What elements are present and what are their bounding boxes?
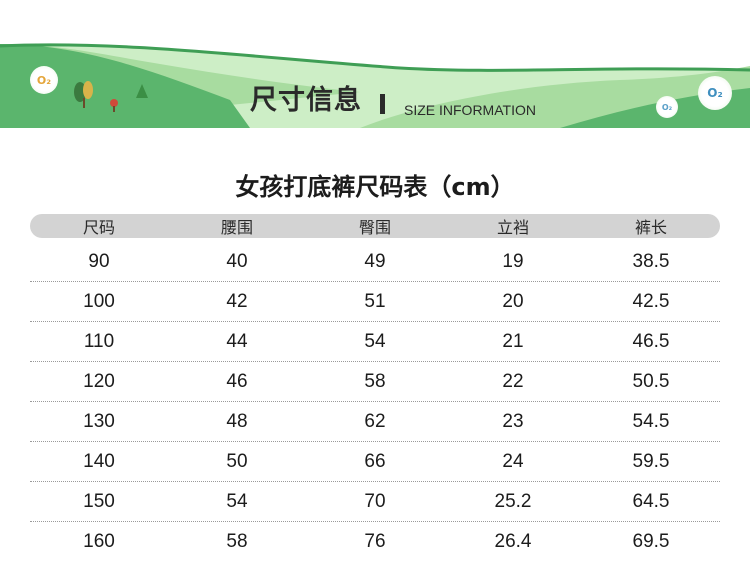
cell-waist: 46 bbox=[226, 370, 248, 392]
cell-length: 69.5 bbox=[632, 531, 670, 552]
cell-size: 110 bbox=[83, 330, 115, 352]
cell-hip: 58 bbox=[364, 370, 386, 392]
cell-size: 140 bbox=[83, 450, 115, 472]
cell-size: 130 bbox=[83, 410, 115, 432]
o2-label: O₂ bbox=[36, 73, 52, 87]
cell-hip: 51 bbox=[364, 290, 386, 312]
header-banner: O₂ O₂ O₂ 尺寸信息 SIZE INFORMATION bbox=[0, 0, 750, 128]
table-row: 160 58 76 26.4 69.5 bbox=[30, 522, 720, 562]
cell-waist: 44 bbox=[226, 330, 248, 352]
cell-hip: 66 bbox=[364, 450, 386, 472]
cell-size: 120 bbox=[83, 370, 115, 392]
cell-rise: 23 bbox=[502, 410, 524, 432]
cell-size: 100 bbox=[83, 290, 115, 312]
cell-size: 90 bbox=[88, 250, 110, 272]
o2-badge-right-small-icon: O₂ bbox=[656, 96, 678, 118]
title-divider bbox=[380, 94, 385, 114]
table-row: 100 42 51 20 42.5 bbox=[30, 282, 720, 322]
hills-illustration bbox=[0, 43, 750, 128]
cell-waist: 48 bbox=[226, 410, 248, 432]
header-size: 尺码 bbox=[82, 220, 115, 237]
table-row: 90 40 49 19 38.5 bbox=[30, 242, 720, 282]
cell-rise: 21 bbox=[502, 330, 524, 352]
cell-hip: 54 bbox=[364, 330, 386, 352]
table-row: 110 44 54 21 46.5 bbox=[30, 322, 720, 362]
cell-rise: 19 bbox=[502, 250, 524, 272]
table-row: 140 50 66 24 59.5 bbox=[30, 442, 720, 482]
cell-length: 64.5 bbox=[632, 490, 670, 512]
cell-hip: 70 bbox=[364, 490, 386, 512]
cell-waist: 50 bbox=[226, 450, 248, 472]
cell-waist: 58 bbox=[226, 531, 248, 552]
cell-length: 42.5 bbox=[632, 290, 670, 312]
header-hip: 臀围 bbox=[358, 220, 391, 237]
cell-length: 38.5 bbox=[632, 250, 670, 272]
table-row: 120 46 58 22 50.5 bbox=[30, 362, 720, 402]
cell-waist: 54 bbox=[226, 490, 248, 512]
table-row: 130 48 62 23 54.5 bbox=[30, 402, 720, 442]
section-title: 尺寸信息 bbox=[250, 85, 362, 116]
cell-length: 59.5 bbox=[632, 450, 670, 472]
cell-length: 46.5 bbox=[632, 330, 670, 352]
cell-size: 160 bbox=[83, 531, 115, 552]
cell-rise: 24 bbox=[502, 450, 524, 472]
section-subtitle: SIZE INFORMATION bbox=[404, 102, 536, 118]
cell-rise: 22 bbox=[502, 370, 524, 392]
table-header: 尺码 腰围 臀围 立裆 裤长 bbox=[30, 214, 720, 238]
table-body: 90 40 49 19 38.5 100 42 51 20 42.5 110 44 54 21 46.5 12… bbox=[30, 242, 720, 562]
o2-badge-left-icon: O₂ bbox=[30, 66, 58, 94]
cell-hip: 49 bbox=[364, 250, 386, 272]
cell-rise: 20 bbox=[502, 290, 524, 312]
o2-label: O₂ bbox=[707, 86, 723, 100]
cell-hip: 62 bbox=[364, 410, 386, 432]
header-length: 裤长 bbox=[634, 220, 667, 237]
header-waist: 腰围 bbox=[220, 220, 253, 237]
cell-rise: 26.4 bbox=[494, 531, 532, 552]
cell-length: 50.5 bbox=[632, 370, 670, 392]
table-title: 女孩打底裤尺码表（cm） bbox=[235, 173, 515, 201]
cell-hip: 76 bbox=[364, 531, 386, 552]
cell-waist: 40 bbox=[226, 250, 248, 272]
o2-label: O₂ bbox=[661, 102, 673, 112]
cell-size: 150 bbox=[83, 490, 115, 512]
o2-badge-right-big-icon: O₂ bbox=[698, 76, 732, 110]
cell-rise: 25.2 bbox=[494, 490, 532, 512]
header-rise: 立裆 bbox=[496, 220, 529, 237]
size-table: 尺码 腰围 臀围 立裆 裤长 90 40 49 19 38.5 100 42 51 20 42.5… bbox=[30, 214, 720, 562]
cell-length: 54.5 bbox=[632, 410, 670, 432]
cell-waist: 42 bbox=[226, 290, 248, 312]
table-row: 150 54 70 25.2 64.5 bbox=[30, 482, 720, 522]
